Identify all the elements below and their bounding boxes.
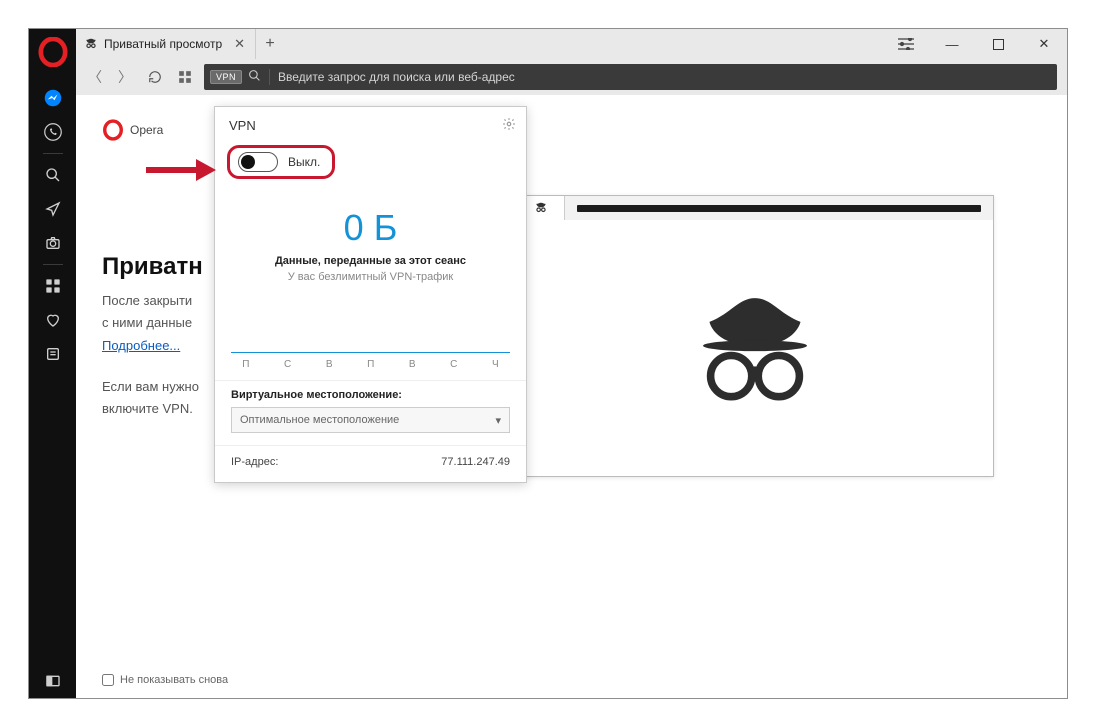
callout-arrow-icon (144, 155, 216, 190)
vpn-toggle[interactable] (238, 152, 278, 172)
titlebar: Приватный просмотр ✕ + ― ✕ (76, 29, 1067, 59)
vpn-data-caption: Данные, переданные за этот сеанс (235, 255, 506, 267)
vpn-location-select[interactable]: Оптимальное местоположение ▾ (231, 407, 510, 433)
address-bar[interactable]: VPN Введите запрос для поиска или веб-ад… (204, 64, 1057, 90)
address-search-icon (248, 69, 261, 85)
tab-private[interactable]: Приватный просмотр ✕ (76, 29, 256, 59)
vpn-ip-value: 77.111.247.49 (441, 456, 510, 468)
vpn-data-amount: 0 Б (235, 207, 506, 249)
opera-logo-icon[interactable] (38, 37, 68, 67)
vpn-day: В (326, 359, 333, 370)
incognito-illustration-icon (690, 289, 820, 409)
address-row: 〈 〉 VPN Введите запрос для поиска или ве… (76, 59, 1067, 95)
news-icon[interactable] (29, 337, 76, 371)
send-icon[interactable] (29, 192, 76, 226)
sidebar-toggle-icon[interactable] (29, 664, 76, 698)
vpn-badge[interactable]: VPN (210, 70, 242, 84)
vpn-day: В (409, 359, 416, 370)
vpn-day: С (450, 359, 457, 370)
chevron-down-icon: ▾ (495, 414, 501, 427)
vpn-toggle-highlight: Выкл. (227, 145, 335, 179)
gear-icon[interactable] (502, 117, 516, 134)
camera-icon[interactable] (29, 226, 76, 260)
vpn-toggle-label: Выкл. (288, 155, 320, 169)
reload-button[interactable] (140, 62, 170, 92)
vpn-popup: VPN Выкл. 0 Б Данные, переданные за этот… (214, 106, 527, 483)
incognito-preview (516, 195, 994, 477)
whatsapp-icon[interactable] (29, 115, 76, 149)
close-window-button[interactable]: ✕ (1021, 29, 1067, 59)
vpn-ip-label: IP-адрес: (231, 456, 278, 468)
forward-button[interactable]: 〉 (110, 62, 140, 92)
address-placeholder: Введите запрос для поиска или веб-адрес (278, 70, 515, 84)
vpn-location-value: Оптимальное местоположение (240, 414, 399, 426)
new-tab-button[interactable]: + (256, 29, 284, 59)
close-tab-icon[interactable]: ✕ (234, 36, 245, 52)
maximize-button[interactable] (975, 29, 1021, 59)
minimize-button[interactable]: ― (929, 29, 975, 59)
speed-dial-button[interactable] (170, 62, 200, 92)
brand-text: Opera (130, 123, 163, 137)
vpn-day: П (367, 359, 374, 370)
back-button[interactable]: 〈 (80, 62, 110, 92)
tab-title: Приватный просмотр (104, 37, 222, 51)
vpn-days: П С В П В С Ч (215, 359, 526, 380)
vpn-unlimited-caption: У вас безлимитный VPN-трафик (235, 271, 506, 283)
vpn-chart (231, 313, 510, 353)
search-icon[interactable] (29, 158, 76, 192)
dont-show-again-label: Не показывать снова (120, 674, 228, 686)
sidebar (29, 29, 76, 698)
learn-more-link[interactable]: Подробнее... (102, 338, 180, 353)
vpn-location-label: Виртуальное местоположение: (231, 389, 510, 401)
vpn-popup-title: VPN (229, 118, 256, 133)
easy-setup-icon[interactable] (883, 29, 929, 59)
heart-icon[interactable] (29, 303, 76, 337)
dont-show-again-checkbox[interactable] (102, 674, 114, 686)
vpn-day: П (242, 359, 249, 370)
vpn-day: С (284, 359, 291, 370)
vpn-day: Ч (492, 359, 499, 370)
speed-dial-icon[interactable] (29, 269, 76, 303)
messenger-icon[interactable] (29, 81, 76, 115)
